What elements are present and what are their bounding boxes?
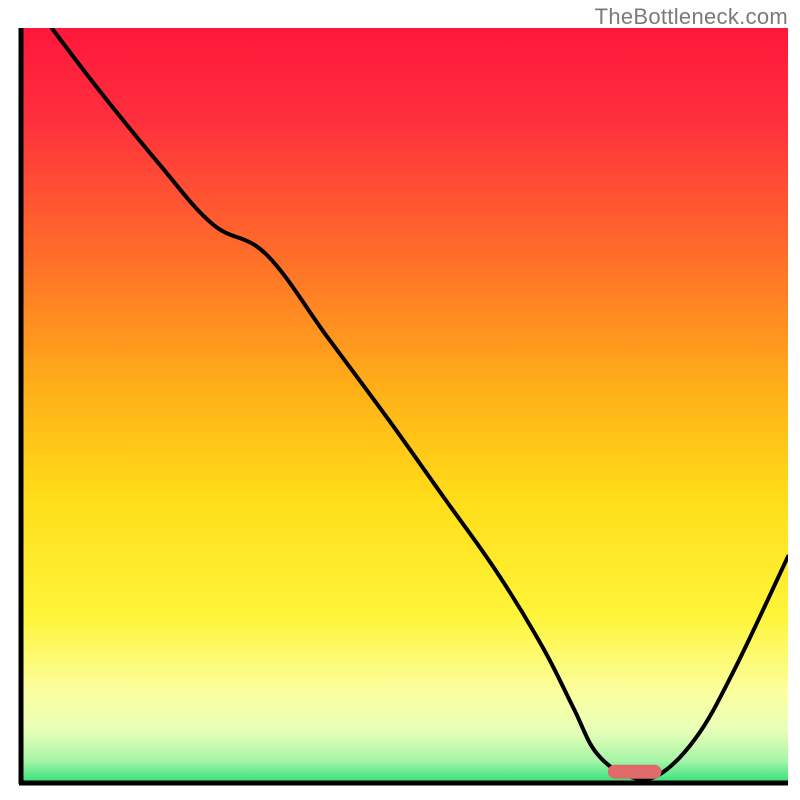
chart-svg <box>18 28 788 786</box>
optimal-range-marker <box>608 765 662 779</box>
plot-area <box>18 28 788 786</box>
watermark-text: TheBottleneck.com <box>595 4 788 30</box>
chart-container: TheBottleneck.com <box>0 0 800 800</box>
gradient-background <box>21 28 788 783</box>
